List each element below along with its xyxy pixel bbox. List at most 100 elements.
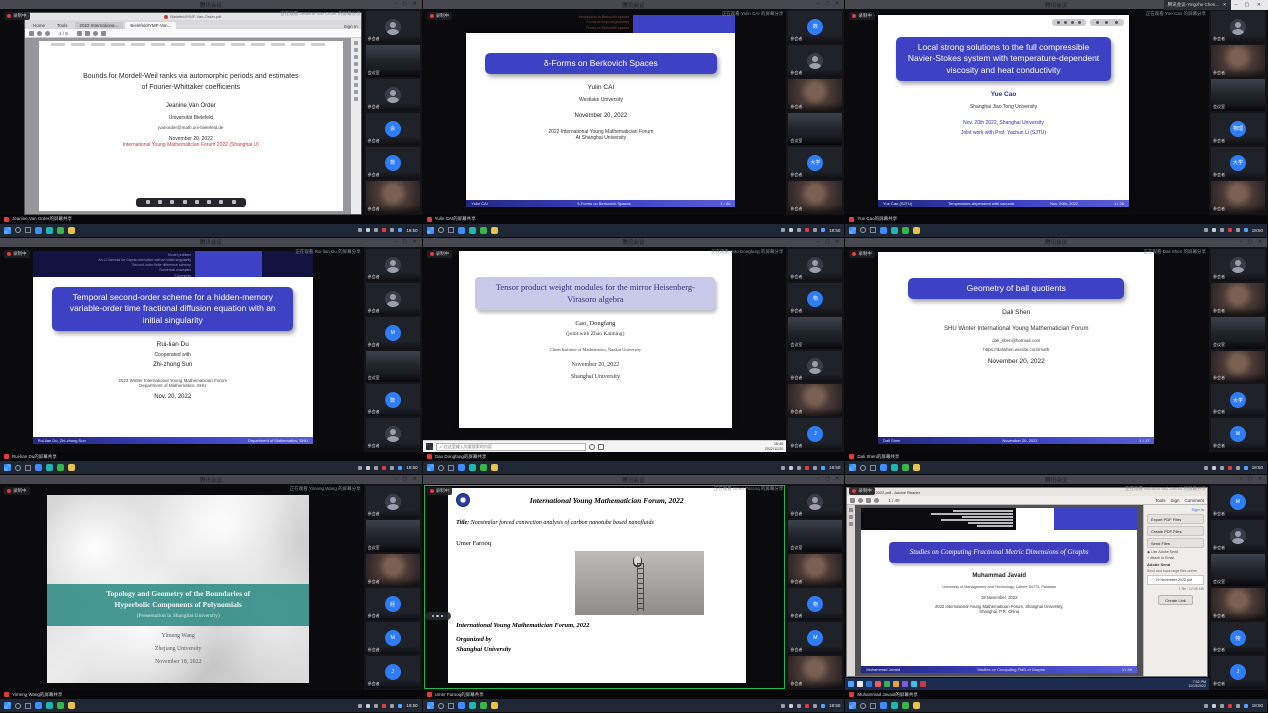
zoom-icon[interactable] — [874, 498, 879, 503]
search-icon[interactable] — [45, 31, 50, 36]
participant-tile[interactable]: M参会者 — [788, 622, 842, 654]
taskbar-app-icon[interactable] — [491, 464, 498, 471]
taskbar-app-icon[interactable] — [35, 702, 42, 709]
tray-icon[interactable] — [1244, 466, 1248, 470]
tray-icon[interactable] — [358, 466, 362, 470]
tools-button[interactable]: Tools — [1155, 498, 1166, 503]
attach-email-radio[interactable]: ○ Attach to Email — [1147, 556, 1204, 560]
annotation-toolbar[interactable] — [1052, 19, 1124, 26]
task-view-icon[interactable] — [25, 227, 31, 233]
participant-tile[interactable]: 参会者 — [366, 283, 420, 315]
taskbar-app-icon[interactable] — [902, 702, 909, 709]
taskbar-app-icon[interactable] — [891, 227, 898, 234]
taskbar-app-icon[interactable] — [491, 227, 498, 234]
sign-in-link[interactable]: Sign In — [1147, 507, 1204, 512]
taskbar-app-icon[interactable] — [68, 227, 75, 234]
tray-icon[interactable] — [382, 466, 386, 470]
tray-icon[interactable] — [821, 466, 825, 470]
participant-tile[interactable]: 会议室 — [1211, 79, 1265, 111]
participant-tile[interactable]: 参会者 — [788, 554, 842, 586]
start-button[interactable] — [427, 464, 434, 471]
task-view-icon[interactable] — [870, 703, 876, 709]
participant-tile[interactable]: 参会者 — [788, 384, 842, 416]
taskbar-app-icon[interactable] — [458, 464, 465, 471]
export-pdf-button[interactable]: Export PDF Files — [1147, 514, 1204, 524]
viewer-taskbar[interactable]: 18:50 — [0, 224, 422, 237]
participant-tile[interactable]: 会参会者 — [366, 113, 420, 145]
taskbar-app-icon[interactable] — [68, 702, 75, 709]
tray-icon[interactable] — [374, 704, 378, 708]
participant-tile[interactable]: 参会者 — [788, 45, 842, 77]
participant-tile[interactable]: 大学参会者 — [1211, 384, 1265, 416]
tray-icon[interactable] — [1212, 704, 1216, 708]
participant-tile[interactable]: 参会者 — [1211, 520, 1265, 552]
tray-icon[interactable] — [374, 228, 378, 232]
tray-icon[interactable] — [366, 228, 370, 232]
participant-tile[interactable]: 物理参会者 — [1211, 113, 1265, 145]
taskbar-app-icon[interactable] — [35, 464, 42, 471]
windows-search-box[interactable]: ⌕在这里输入你要搜索的内容 — [436, 443, 586, 451]
send-files-button[interactable]: Send Files — [1147, 538, 1204, 548]
search-icon[interactable] — [860, 703, 866, 709]
pdf-document-area[interactable]: Bounds for Mordell-Weil ranks via automo… — [25, 38, 361, 214]
taskbar-app-icon[interactable] — [480, 464, 487, 471]
start-button[interactable] — [4, 227, 11, 234]
taskbar-app-icon[interactable] — [458, 702, 465, 709]
tray-icon[interactable] — [358, 228, 362, 232]
participants-sidebar[interactable]: 参会者参会者会议室物理参会者大学参会者参会者 — [1209, 9, 1267, 215]
window-controls[interactable]: – ▢ ✕ — [1240, 476, 1264, 482]
tray-icon[interactable] — [1236, 466, 1240, 470]
task-view-icon[interactable] — [25, 465, 31, 471]
taskbar-app-icon[interactable] — [491, 702, 498, 709]
window-controls[interactable]: – ▢ ✕ — [394, 239, 418, 245]
save-icon[interactable] — [858, 498, 863, 503]
tray-icon[interactable] — [374, 466, 378, 470]
participants-sidebar[interactable]: 数参会者参会者参会者会议室大学参会者参会者 — [786, 9, 844, 215]
participant-tile[interactable]: 物参会者 — [788, 588, 842, 620]
use-adobe-send-radio[interactable]: ◉ Use Adobe Send — [1147, 550, 1204, 554]
taskbar-app-icon[interactable] — [893, 681, 899, 687]
tray-icon[interactable] — [1212, 466, 1216, 470]
search-icon[interactable] — [15, 703, 21, 709]
taskbar-app-icon[interactable] — [875, 681, 881, 687]
participant-tile[interactable]: J参会者 — [788, 418, 842, 450]
page-nav[interactable]: 1 / 49 — [888, 498, 899, 503]
taskbar-app-icon[interactable] — [46, 227, 53, 234]
tray-icon[interactable] — [813, 704, 817, 708]
participant-tile[interactable]: 参会者 — [1211, 588, 1265, 620]
taskbar-app-icon[interactable] — [46, 702, 53, 709]
participant-tile[interactable]: 参会者 — [788, 351, 842, 383]
tray-icon[interactable] — [789, 228, 793, 232]
taskbar-app-icon[interactable] — [891, 464, 898, 471]
taskbar-app-icon[interactable] — [480, 702, 487, 709]
participant-tile[interactable]: 参会者 — [788, 486, 842, 518]
participant-tile[interactable]: 大学参会者 — [1211, 147, 1265, 179]
tray-icon[interactable] — [789, 466, 793, 470]
tray-icon[interactable] — [813, 228, 817, 232]
search-icon[interactable] — [860, 465, 866, 471]
start-button[interactable] — [427, 702, 434, 709]
tab-home[interactable]: Home — [28, 22, 50, 29]
participant-tile[interactable]: 会议室 — [788, 113, 842, 145]
taskbar-app-icon[interactable] — [913, 702, 920, 709]
taskbar-app-icon[interactable] — [848, 681, 854, 687]
presenter-taskbar[interactable]: 7:52 PM11/19/2022 — [845, 678, 1209, 690]
tray-icon[interactable] — [390, 466, 394, 470]
viewer-taskbar[interactable]: 18:50 — [423, 224, 845, 237]
rotate-icon[interactable] — [93, 31, 98, 36]
window-controls[interactable]: – ▢ ✕ — [817, 239, 841, 245]
participant-tile[interactable]: 参会者 — [788, 656, 842, 688]
tray-icon[interactable] — [398, 228, 402, 232]
participant-tile[interactable]: 大学参会者 — [788, 147, 842, 179]
annotation-pill[interactable] — [1052, 19, 1086, 26]
window-titlebar[interactable]: 腾讯会议 – ▢ ✕ — [0, 0, 422, 9]
tray-icon[interactable] — [1228, 704, 1232, 708]
annotation-pill[interactable] — [1090, 19, 1124, 26]
tray-icon[interactable] — [398, 466, 402, 470]
participant-tile[interactable]: 参会者 — [366, 418, 420, 450]
comment-tools-rail[interactable] — [351, 38, 361, 214]
tray-icon[interactable] — [1244, 228, 1248, 232]
tray-icon[interactable] — [797, 228, 801, 232]
participant-tile[interactable]: 会议室 — [366, 45, 420, 77]
nav-panes-rail[interactable] — [847, 505, 855, 676]
